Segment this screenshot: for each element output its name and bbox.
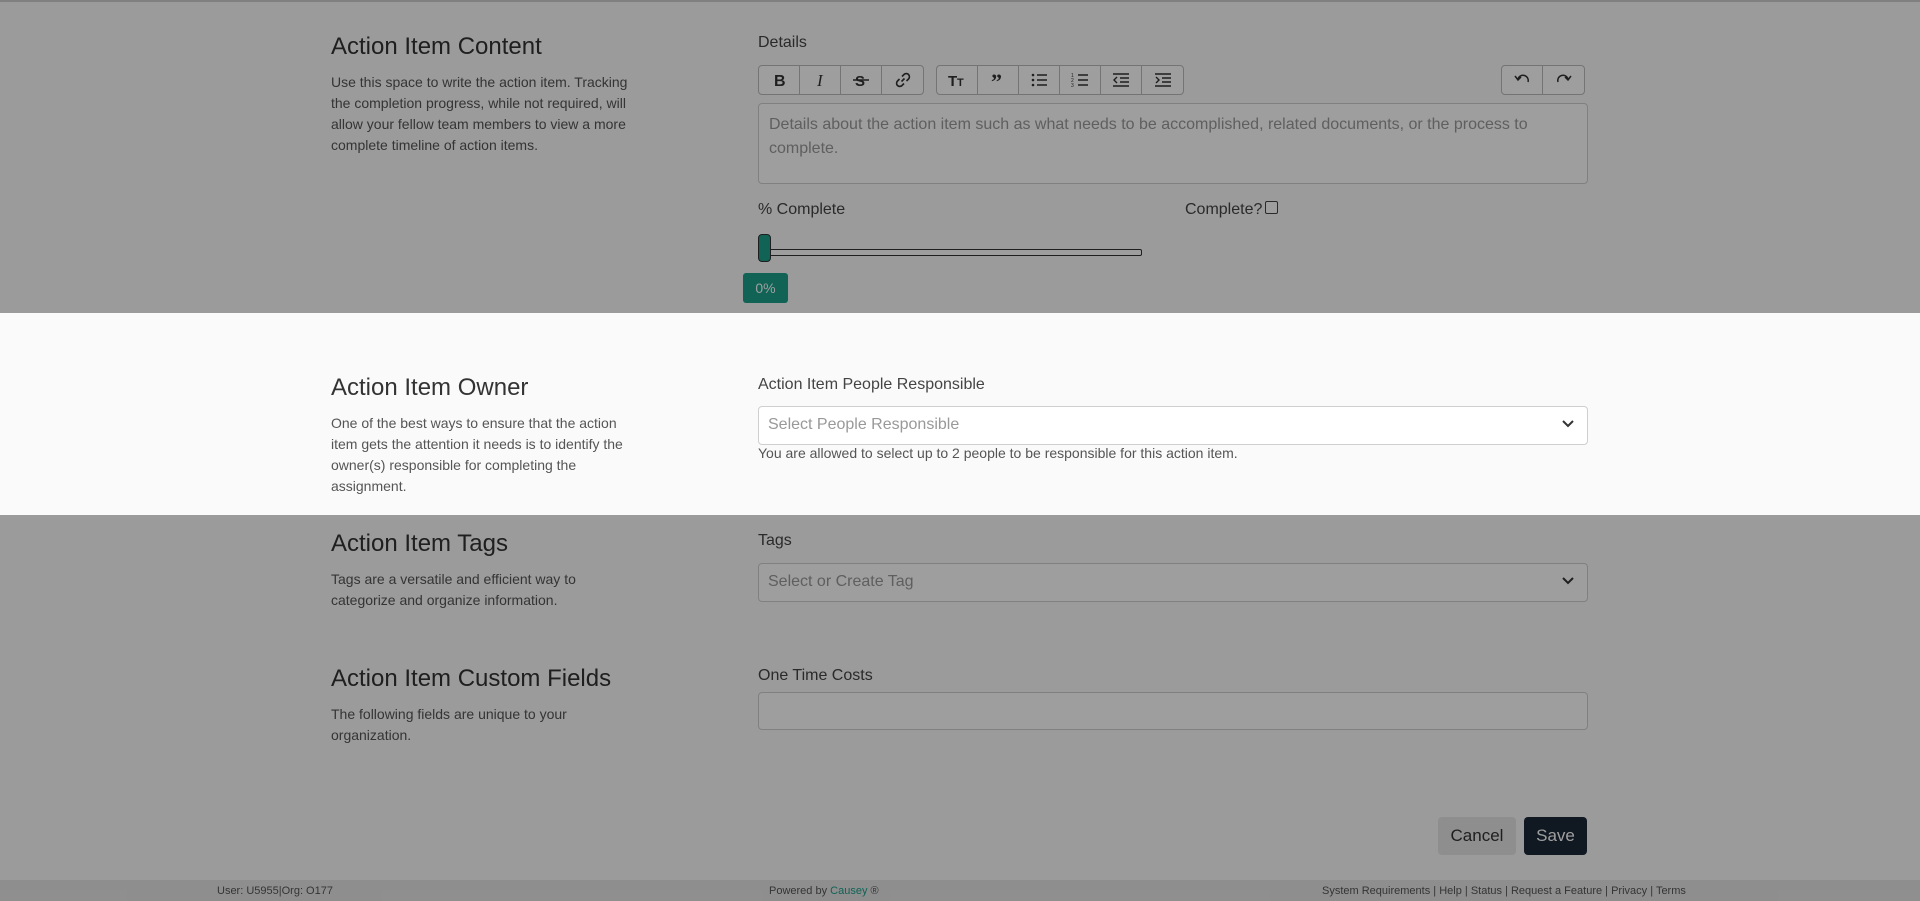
percent-slider-track[interactable] [762,249,1142,256]
owner-intro: Action Item Owner One of the best ways t… [331,374,631,497]
custom-fields-title: Action Item Custom Fields [331,665,612,692]
tags-placeholder: Select or Create Tag [768,573,914,590]
details-label: Details [758,34,807,51]
link-button[interactable] [882,66,923,94]
percent-complete-label: % Complete [758,201,846,218]
percent-slider-handle[interactable] [758,234,771,262]
tags-description: Tags are a versatile and efficient way t… [331,571,576,608]
heading-button[interactable]: TT [937,66,978,94]
svg-text:B: B [774,73,786,89]
footer-link-system-requirements[interactable]: System Requirements [1322,885,1430,897]
powered-by-text: Powered by [769,885,828,897]
tags-label: Tags [758,532,792,549]
details-editor[interactable]: Details about the action item such as wh… [758,103,1588,184]
tags-title: Action Item Tags [331,530,508,557]
footer-link-request-feature[interactable]: Request a Feature [1511,885,1602,897]
cancel-button[interactable]: Cancel [1438,817,1516,855]
undo-button[interactable] [1502,66,1543,94]
footer-powered-by: Powered by Causey ® [769,885,879,897]
tags-select[interactable]: Select or Create Tag [758,563,1588,602]
outdent-button[interactable] [1101,66,1142,94]
footer-link-help[interactable]: Help [1439,885,1462,897]
heading-icon: TT [948,73,964,89]
svg-text:T: T [957,77,964,89]
percent-value-badge: 0% [743,273,788,303]
footer-link-terms[interactable]: Terms [1656,885,1686,897]
footer-link-privacy[interactable]: Privacy [1611,885,1647,897]
svg-text:T: T [948,73,957,89]
footer: User: U5955|Org: O177 Powered by Causey … [0,880,1920,901]
history-toolbar [1501,65,1585,95]
chevron-down-icon [1562,577,1574,585]
brand-mark: ® [870,885,879,897]
owner-description: One of the best ways to ensure that the … [331,415,623,494]
strikethrough-icon: S [853,73,869,89]
owner-section: Action Item Owner One of the best ways t… [0,313,1920,515]
custom-fields-section: Action Item Custom Fields The following … [0,660,1920,780]
one-time-costs-label: One Time Costs [758,667,873,684]
owner-title: Action Item Owner [331,374,529,401]
quote-button[interactable]: ” [978,66,1019,94]
bold-icon: B [774,73,786,89]
indent-icon [1154,73,1171,87]
complete-checkbox[interactable] [1265,201,1279,215]
details-placeholder: Details about the action item such as wh… [769,116,1528,157]
chevron-down-icon [1562,420,1574,428]
content-section: Action Item Content Use this space to wr… [0,0,1920,313]
bullet-list-button[interactable] [1019,66,1060,94]
italic-icon: I [816,71,824,89]
people-responsible-label: Action Item People Responsible [758,376,985,393]
block-toolbar: TT ” 123 [936,65,1184,95]
italic-button[interactable]: I [800,66,841,94]
custom-fields-intro: Action Item Custom Fields The following … [331,665,631,746]
bullet-list-icon [1031,73,1047,87]
content-intro: Action Item Content Use this space to wr… [331,33,631,156]
tags-intro: Action Item Tags Tags are a versatile an… [331,530,631,611]
strikethrough-button[interactable]: S [841,66,882,94]
svg-text:S: S [855,73,865,89]
complete-label-wrap: Complete? [1185,201,1279,219]
tags-section: Action Item Tags Tags are a versatile an… [0,515,1920,660]
complete-label: Complete? [1185,201,1263,218]
numbered-list-icon: 123 [1071,73,1088,89]
outdent-icon [1113,73,1129,87]
bold-button[interactable]: B [759,66,800,94]
people-responsible-placeholder: Select People Responsible [768,416,960,433]
indent-button[interactable] [1142,66,1183,94]
footer-links: System Requirements | Help | Status | Re… [1322,885,1686,897]
link-icon [895,72,910,88]
svg-text:I: I [816,71,824,89]
one-time-costs-input[interactable] [758,692,1588,730]
numbered-list-button[interactable]: 123 [1060,66,1101,94]
content-description: Use this space to write the action item.… [331,74,628,153]
svg-text:3: 3 [1071,83,1074,89]
quote-icon: ” [991,71,1002,89]
people-responsible-select[interactable]: Select People Responsible [758,406,1588,445]
undo-icon [1514,74,1529,83]
save-button[interactable]: Save [1524,817,1587,855]
svg-text:”: ” [991,71,1002,89]
footer-user-info: User: U5955|Org: O177 [217,885,333,897]
footer-link-status[interactable]: Status [1471,885,1502,897]
formatting-toolbar: B I S [758,65,924,95]
redo-icon [1556,74,1572,83]
people-responsible-help: You are allowed to select up to 2 people… [758,445,1238,461]
causey-link[interactable]: Causey [830,885,867,897]
content-title: Action Item Content [331,33,542,60]
redo-button[interactable] [1543,66,1584,94]
custom-fields-description: The following fields are unique to your … [331,706,567,743]
